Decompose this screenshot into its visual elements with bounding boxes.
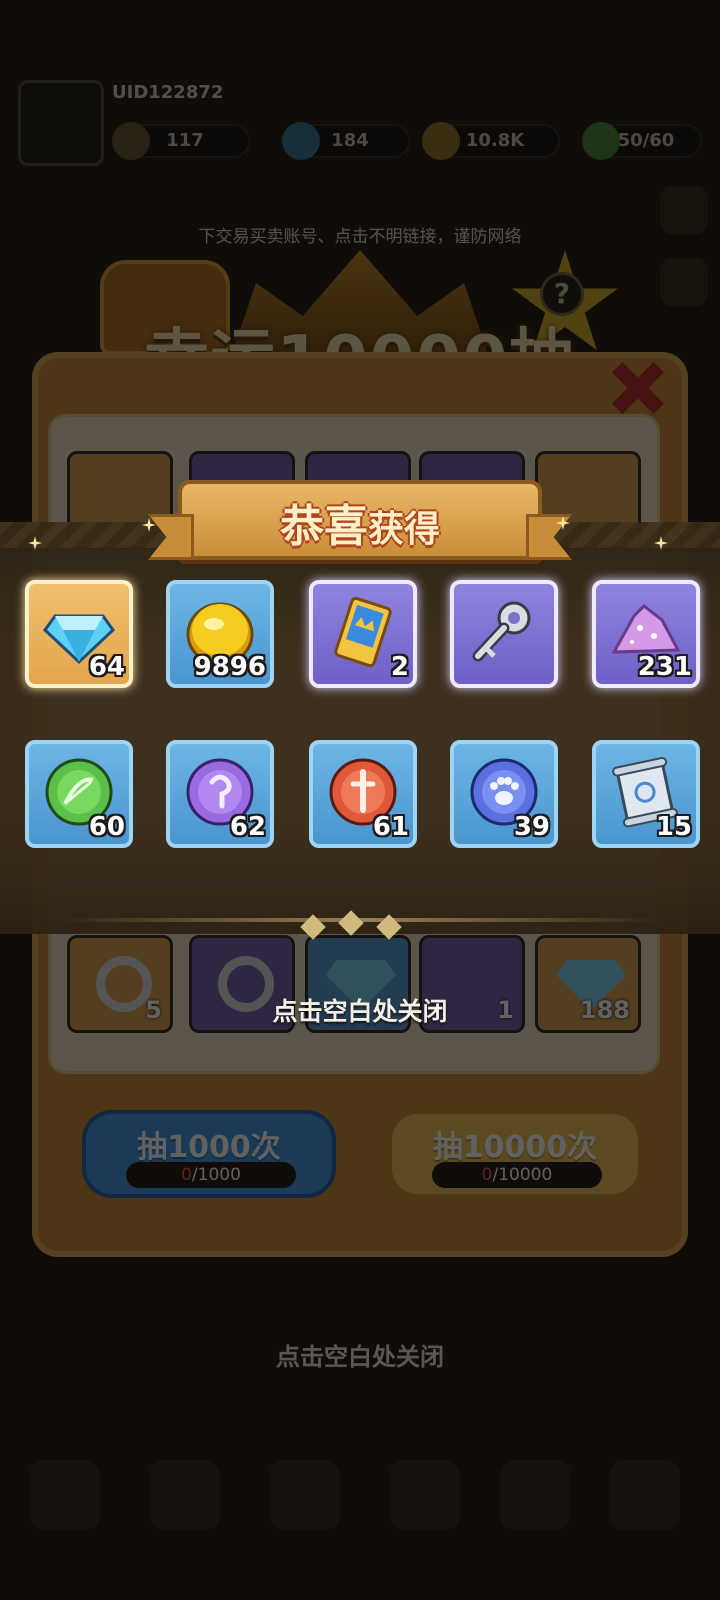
progress-current: 0 bbox=[481, 1165, 493, 1185]
reward-title-part1: 恭喜 bbox=[279, 501, 368, 552]
help-button[interactable]: ? bbox=[540, 272, 584, 316]
power-icon bbox=[112, 122, 150, 160]
diamond-ornament-icon bbox=[338, 910, 364, 936]
reward-card-purple-dust: 231 bbox=[592, 580, 700, 688]
resource-value: 50/60 bbox=[617, 130, 675, 151]
resource-value: 117 bbox=[166, 130, 204, 151]
reward-count: 39 bbox=[513, 812, 550, 842]
draw-10000-button[interactable]: 抽10000次 0/10000 bbox=[388, 1110, 642, 1198]
progress-bar: 0/10000 bbox=[432, 1162, 602, 1188]
reward-count: 2 bbox=[390, 652, 409, 682]
reward-title-plaque: 恭喜获得 bbox=[178, 480, 542, 560]
resource-power: 117 bbox=[112, 122, 250, 160]
nav-icon bbox=[150, 1460, 220, 1530]
button-label: 抽1000次 bbox=[137, 1130, 281, 1165]
reward-card-blue-paw-orb: 39 bbox=[450, 740, 558, 848]
reward-card-green-bow-orb: 60 bbox=[25, 740, 133, 848]
progress-total: /1000 bbox=[191, 1165, 241, 1185]
close-hint[interactable]: 点击空白处关闭 bbox=[0, 992, 720, 1028]
nav-icon bbox=[270, 1460, 340, 1530]
gem-icon bbox=[282, 122, 320, 160]
nav-icon bbox=[30, 1460, 100, 1530]
resource-value: 10.8K bbox=[465, 130, 525, 151]
draw-1000-button[interactable]: 抽1000次 0/1000 bbox=[82, 1110, 336, 1198]
reward-count: 61 bbox=[372, 812, 409, 842]
progress-current: 0 bbox=[181, 1165, 192, 1185]
side-menu-icon bbox=[660, 186, 708, 234]
resource-energy: 50/60 bbox=[582, 122, 702, 160]
resource-value: 184 bbox=[331, 130, 369, 151]
progress-total: /10000 bbox=[492, 1165, 553, 1185]
resource-coins: 10.8K bbox=[422, 122, 560, 160]
resource-gems: 184 bbox=[282, 122, 410, 160]
reward-card-purple-hook-orb: 62 bbox=[166, 740, 274, 848]
background-close-hint: 点击空白处关闭 bbox=[276, 1343, 444, 1371]
reward-title-part2: 获得 bbox=[367, 509, 440, 550]
reward-card-red-sword-orb: 61 bbox=[309, 740, 417, 848]
scam-notice: 下交易买卖账号、点击不明链接，谨防网络 bbox=[198, 227, 522, 247]
reward-card-gold-coin: 9896 bbox=[166, 580, 274, 688]
reward-count: 64 bbox=[88, 652, 125, 682]
progress-bar: 0/1000 bbox=[126, 1162, 296, 1188]
avatar bbox=[18, 80, 104, 166]
reward-title: 恭喜获得 bbox=[182, 490, 538, 554]
coin-icon bbox=[422, 122, 460, 160]
screen[interactable]: UID122872 117 184 10.8K 50/60 下交易买卖账号、点击… bbox=[0, 0, 720, 1600]
reward-count: 15 bbox=[655, 812, 692, 842]
bottom-nav bbox=[0, 1440, 720, 1560]
reward-count: 62 bbox=[229, 812, 266, 842]
reward-card-ticket: 2 bbox=[309, 580, 417, 688]
reward-count: 9896 bbox=[193, 652, 266, 682]
nav-icon bbox=[610, 1460, 680, 1530]
energy-icon bbox=[582, 122, 620, 160]
user-id: UID122872 bbox=[112, 82, 224, 103]
reward-card-silver-key bbox=[450, 580, 558, 688]
reward-count: 60 bbox=[88, 812, 125, 842]
ticket-icon bbox=[334, 596, 392, 668]
nav-icon bbox=[500, 1460, 570, 1530]
top-bar: UID122872 117 184 10.8K 50/60 bbox=[0, 70, 720, 170]
nav-icon bbox=[390, 1460, 460, 1530]
silver-key-icon bbox=[472, 601, 531, 662]
button-label: 抽10000次 bbox=[432, 1130, 598, 1165]
reward-count: 231 bbox=[637, 652, 692, 682]
reward-card-scroll: 15 bbox=[592, 740, 700, 848]
reward-card-diamond: 64 bbox=[25, 580, 133, 688]
